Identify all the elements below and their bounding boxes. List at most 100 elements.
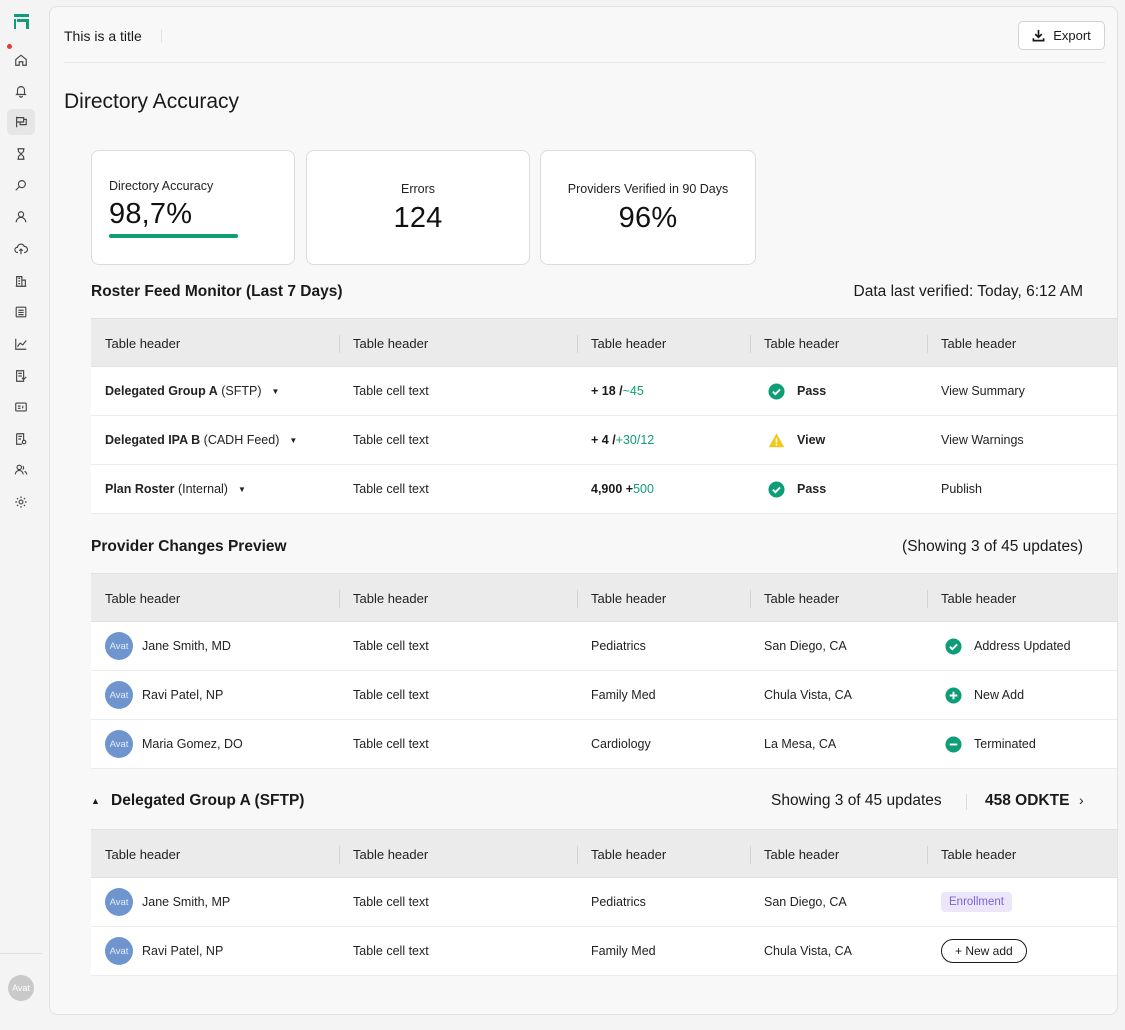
provider-cell[interactable]: Avat Jane Smith, MD bbox=[105, 622, 231, 670]
column-header[interactable]: Table header bbox=[353, 319, 428, 367]
sidebar-item-documents[interactable] bbox=[7, 363, 35, 389]
roster-last-verified: Data last verified: Today, 6:12 AM bbox=[853, 283, 1083, 300]
feed-delta: 4,900 + 500 bbox=[591, 465, 654, 513]
column-divider bbox=[927, 590, 928, 608]
sidebar-item-lists[interactable] bbox=[7, 299, 35, 325]
provider-name: Jane Smith, MP bbox=[142, 895, 231, 909]
column-header[interactable]: Table header bbox=[105, 319, 180, 367]
enrollment-badge: Enrollment bbox=[941, 892, 1012, 912]
sidebar-item-users[interactable] bbox=[7, 457, 35, 483]
sidebar-item-home[interactable] bbox=[7, 47, 35, 73]
sidebar-item-settings[interactable] bbox=[7, 489, 35, 515]
column-header[interactable]: Table header bbox=[764, 574, 839, 622]
user-avatar[interactable]: Avat bbox=[8, 975, 34, 1001]
view-summary-link[interactable]: View Summary bbox=[941, 367, 1025, 415]
provider-changes-table: Table header Table header Table header T… bbox=[91, 573, 1117, 769]
change-label: Address Updated bbox=[974, 639, 1071, 653]
status-label: View bbox=[797, 433, 826, 447]
table-cell: Table cell text bbox=[353, 639, 429, 653]
table-row: Avat Jane Smith, MD Table cell text Pedi… bbox=[91, 622, 1117, 671]
download-icon bbox=[1032, 29, 1045, 42]
topbar-divider bbox=[64, 62, 1105, 63]
provider-cell[interactable]: Avat Ravi Patel, NP bbox=[105, 927, 223, 975]
group-table: Table header Table header Table header T… bbox=[91, 829, 1117, 976]
provider-cell[interactable]: Avat Jane Smith, MP bbox=[105, 878, 230, 926]
avatar: Avat bbox=[105, 632, 133, 660]
table-cell: Table cell text bbox=[353, 895, 429, 909]
change-status: Address Updated bbox=[941, 622, 1071, 670]
table-cell: Table cell text bbox=[353, 384, 429, 398]
accuracy-progress-fill bbox=[109, 234, 239, 238]
chevron-right-icon[interactable]: › bbox=[1079, 792, 1084, 808]
caret-down-icon: ▼ bbox=[289, 435, 298, 445]
sidebar-item-upload[interactable] bbox=[7, 236, 35, 262]
column-header[interactable]: Table header bbox=[941, 574, 1016, 622]
sidebar-item-pending[interactable] bbox=[7, 141, 35, 167]
group-section-header[interactable]: ▲ Delegated Group A (SFTP) Showing 3 of … bbox=[91, 790, 1091, 814]
kpi-label: Errors bbox=[400, 182, 436, 196]
provider-name: Ravi Patel, NP bbox=[142, 944, 224, 958]
feed-delta: + 18 / ~45 bbox=[591, 367, 644, 415]
plus-circle-icon bbox=[945, 686, 962, 704]
column-divider bbox=[339, 846, 340, 864]
provider-cell[interactable]: Avat Ravi Patel, NP bbox=[105, 671, 223, 719]
column-header[interactable]: Table header bbox=[941, 319, 1016, 367]
provider-cell[interactable]: Avat Maria Gomez, DO bbox=[105, 720, 243, 768]
feed-name: Plan Roster bbox=[105, 482, 175, 496]
publish-link[interactable]: Publish bbox=[941, 465, 982, 513]
check-circle-icon bbox=[768, 480, 785, 498]
home-icon bbox=[15, 54, 27, 66]
location: La Mesa, CA bbox=[764, 737, 837, 751]
column-header[interactable]: Table header bbox=[591, 830, 666, 878]
column-header[interactable]: Table header bbox=[591, 574, 666, 622]
app-logo-icon[interactable] bbox=[12, 11, 32, 31]
new-add-button[interactable]: + New add bbox=[941, 939, 1027, 963]
sidebar-item-search[interactable] bbox=[7, 172, 35, 198]
column-header[interactable]: Table header bbox=[105, 830, 180, 878]
sidebar-item-profile[interactable] bbox=[7, 204, 35, 230]
feed-status: View bbox=[764, 416, 825, 464]
column-divider bbox=[577, 590, 578, 608]
minus-circle-icon bbox=[945, 735, 962, 753]
feed-name-dropdown[interactable]: Plan Roster (Internal) ▼ bbox=[105, 465, 246, 513]
delta-secondary: 500 bbox=[633, 482, 654, 496]
feed-name-dropdown[interactable]: Delegated Group A (SFTP) ▼ bbox=[105, 367, 279, 415]
feed-name-dropdown[interactable]: Delegated IPA B (CADH Feed) ▼ bbox=[105, 416, 297, 464]
status-label: Pass bbox=[797, 384, 827, 398]
sidebar-item-directory[interactable] bbox=[7, 109, 35, 135]
column-divider bbox=[339, 590, 340, 608]
kpi-value: 96% bbox=[618, 202, 678, 234]
view-warnings-link[interactable]: View Warnings bbox=[941, 416, 1024, 464]
table-header-row: Table header Table header Table header T… bbox=[91, 318, 1117, 367]
sidebar-item-reports[interactable] bbox=[7, 426, 35, 452]
kpi-label: Directory Accuracy bbox=[109, 179, 214, 193]
changes-section-title: Provider Changes Preview bbox=[91, 538, 287, 555]
avatar: Avat bbox=[105, 937, 133, 965]
column-header[interactable]: Table header bbox=[353, 830, 428, 878]
column-header[interactable]: Table header bbox=[941, 830, 1016, 878]
sidebar-item-notifications[interactable] bbox=[7, 78, 35, 104]
sidebar-divider bbox=[0, 953, 42, 954]
collapse-caret-icon[interactable]: ▲ bbox=[91, 796, 100, 806]
flag-icon bbox=[16, 116, 27, 128]
column-header[interactable]: Table header bbox=[764, 319, 839, 367]
column-header[interactable]: Table header bbox=[764, 830, 839, 878]
table-cell: Table cell text bbox=[353, 737, 429, 751]
column-header[interactable]: Table header bbox=[105, 574, 180, 622]
sidebar-item-organizations[interactable] bbox=[7, 268, 35, 294]
sidebar-item-id-cards[interactable] bbox=[7, 394, 35, 420]
change-status: New Add bbox=[941, 671, 1024, 719]
table-cell: Table cell text bbox=[353, 944, 429, 958]
column-divider bbox=[750, 335, 751, 353]
export-button[interactable]: Export bbox=[1018, 21, 1105, 50]
hourglass-icon bbox=[17, 148, 25, 160]
column-divider bbox=[750, 846, 751, 864]
column-header[interactable]: Table header bbox=[353, 574, 428, 622]
id-card-icon bbox=[15, 402, 27, 412]
sidebar-item-analytics[interactable] bbox=[7, 331, 35, 357]
topbar-title: This is a title bbox=[64, 28, 142, 44]
column-divider bbox=[339, 335, 340, 353]
feed-source: (CADH Feed) bbox=[203, 433, 280, 447]
column-header[interactable]: Table header bbox=[591, 319, 666, 367]
feed-source: (Internal) bbox=[177, 482, 228, 496]
